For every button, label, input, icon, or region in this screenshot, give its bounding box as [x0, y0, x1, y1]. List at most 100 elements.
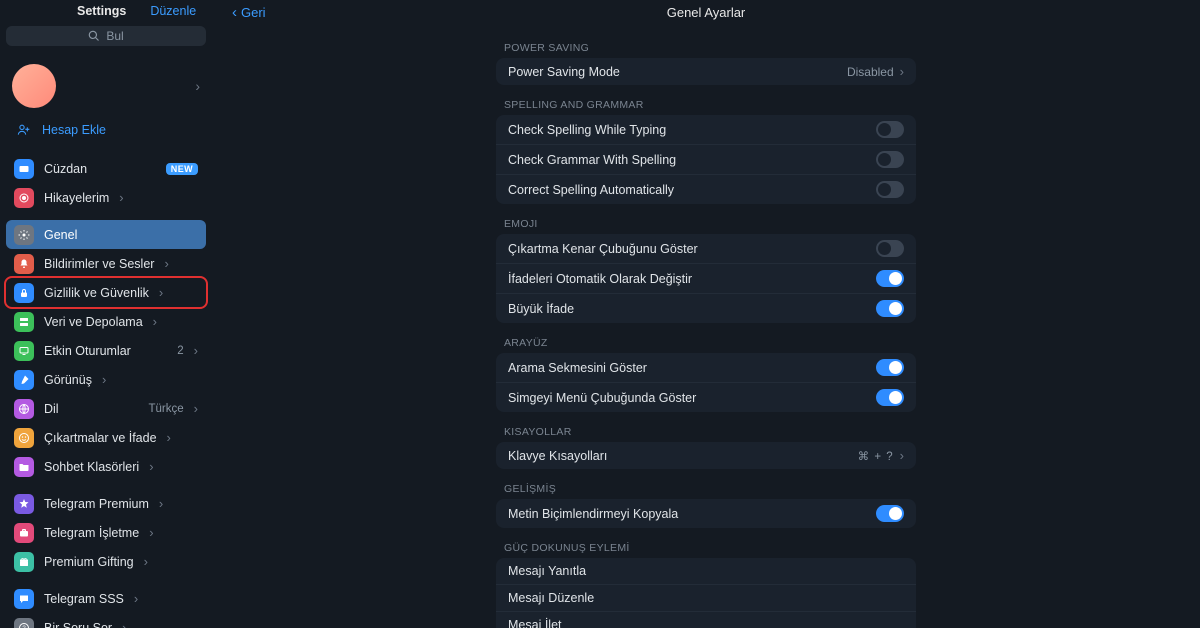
sidebar-item-value: Türkçe — [149, 403, 184, 415]
settings-row[interactable]: Metin Biçimlendirmeyi Kopyala — [496, 499, 916, 528]
wallet-icon — [14, 159, 34, 179]
row-label: Correct Spelling Automatically — [508, 183, 674, 197]
sidebar-item-hikayelerim[interactable]: Hikayelerim› — [6, 183, 206, 212]
content-pane: ‹ Geri Genel Ayarlar POWER SAVINGPower S… — [212, 0, 1200, 628]
row-label: İfadeleri Otomatik Olarak Değiştir — [508, 272, 692, 286]
toggle-switch[interactable] — [876, 359, 904, 376]
settings-row[interactable]: İfadeleri Otomatik Olarak Değiştir — [496, 263, 916, 293]
sidebar-header: Settings Düzenle — [0, 0, 212, 22]
settings-row[interactable]: Power Saving ModeDisabled› — [496, 58, 916, 85]
settings-row[interactable]: Büyük İfade — [496, 293, 916, 323]
toggle-switch[interactable] — [876, 151, 904, 168]
chevron-right-icon: › — [134, 591, 138, 606]
row-label: Klavye Kısayolları — [508, 449, 607, 463]
sidebar-item-bildirimler-ve-sesler[interactable]: Bildirimler ve Sesler› — [6, 249, 206, 278]
chevron-right-icon: › — [195, 78, 200, 94]
toggle-switch[interactable] — [876, 240, 904, 257]
sidebar-item-telegram-premium[interactable]: Telegram Premium › — [6, 489, 206, 518]
sidebar-item-g-r-n-[interactable]: Görünüş› — [6, 365, 206, 394]
settings-row[interactable]: Klavye Kısayolları ⌘ + ? › — [496, 442, 916, 469]
add-user-icon — [16, 122, 32, 138]
settings-row[interactable]: Check Grammar With Spelling — [496, 144, 916, 174]
sidebar-item-gizlilik-ve-g-venlik[interactable]: Gizlilik ve Güvenlik › — [6, 278, 206, 307]
sidebar-item--kartmalar-ve-i-fade[interactable]: Çıkartmalar ve İfade› — [6, 423, 206, 452]
add-account-label: Hesap Ekle — [42, 123, 106, 137]
bell-icon — [14, 254, 34, 274]
search-placeholder: Bul — [106, 29, 123, 43]
settings-row[interactable]: Simgeyi Menü Çubuğunda Göster — [496, 382, 916, 412]
settings-row[interactable]: Mesajı Yanıtla — [496, 558, 916, 584]
chevron-right-icon: › — [159, 496, 163, 511]
sidebar-item-sohbet-klas-rleri[interactable]: Sohbet Klasörleri› — [6, 452, 206, 481]
chevron-right-icon: › — [122, 620, 126, 628]
row-label: Büyük İfade — [508, 302, 574, 316]
lock-icon — [14, 283, 34, 303]
row-label: Mesajı Düzenle — [508, 591, 594, 605]
sidebar-item-label: Bir Soru Sor — [44, 621, 112, 628]
sidebar-item-premium-gifting[interactable]: Premium Gifting› — [6, 547, 206, 576]
briefcase-icon — [14, 523, 34, 543]
sidebar-item-telegram-sss[interactable]: Telegram SSS › — [6, 584, 206, 613]
sidebar-item-value: 2 — [177, 345, 183, 357]
toggle-switch[interactable] — [876, 270, 904, 287]
toggle-switch[interactable] — [876, 121, 904, 138]
sidebar-item-bir-soru-sor[interactable]: ?Bir Soru Sor› — [6, 613, 206, 628]
chevron-left-icon: ‹ — [232, 4, 237, 21]
stories-icon — [14, 188, 34, 208]
row-label: Power Saving Mode — [508, 65, 620, 79]
sidebar-item-label: Gizlilik ve Güvenlik — [44, 286, 149, 300]
sidebar-item-c-zdan[interactable]: CüzdanNEW — [6, 154, 206, 183]
avatar — [12, 64, 56, 108]
globe-icon — [14, 399, 34, 419]
sticker-icon — [14, 428, 34, 448]
sidebar-item-etkin-oturumlar[interactable]: Etkin Oturumlar 2 › — [6, 336, 206, 365]
section-header-force_touch: GÜÇ DOKUNUŞ EYLEMİ — [496, 528, 916, 558]
settings-row[interactable]: Check Spelling While Typing — [496, 115, 916, 144]
settings-row[interactable]: Mesaj İlet — [496, 611, 916, 628]
chevron-right-icon: › — [164, 256, 168, 271]
settings-row[interactable]: Correct Spelling Automatically — [496, 174, 916, 204]
sidebar-item-label: Telegram Premium — [44, 497, 149, 511]
chevron-right-icon: › — [900, 448, 904, 463]
brush-icon — [14, 370, 34, 390]
edit-button[interactable]: Düzenle — [150, 4, 200, 18]
folder-icon — [14, 457, 34, 477]
sidebar-item-genel[interactable]: Genel — [6, 220, 206, 249]
sidebar-item-veri-ve-depolama[interactable]: Veri ve Depolama› — [6, 307, 206, 336]
toggle-switch[interactable] — [876, 389, 904, 406]
toggle-switch[interactable] — [876, 300, 904, 317]
section-header-power_saving: POWER SAVING — [496, 28, 916, 58]
sidebar-item-label: Genel — [44, 228, 77, 242]
keyboard-shortcut: ⌘ + ? — [858, 449, 894, 463]
settings-row[interactable]: Çıkartma Kenar Çubuğunu Göster — [496, 234, 916, 263]
chevron-right-icon: › — [194, 343, 198, 358]
search-input[interactable]: Bul — [6, 26, 206, 46]
row-label: Mesajı Yanıtla — [508, 564, 586, 578]
search-icon — [88, 30, 100, 42]
chevron-right-icon: › — [149, 459, 153, 474]
chevron-right-icon: › — [144, 554, 148, 569]
back-label: Geri — [241, 5, 266, 20]
back-button[interactable]: ‹ Geri — [232, 4, 266, 21]
storage-icon — [14, 312, 34, 332]
toggle-switch[interactable] — [876, 505, 904, 522]
sidebar-item-label: Etkin Oturumlar — [44, 344, 131, 358]
toggle-switch[interactable] — [876, 181, 904, 198]
profile-row[interactable]: › — [0, 54, 212, 118]
settings-row[interactable]: Arama Sekmesini Göster — [496, 353, 916, 382]
chevron-right-icon: › — [149, 525, 153, 540]
sidebar-item-telegram-i-letme[interactable]: Telegram İşletme › — [6, 518, 206, 547]
sidebar-item-label: Telegram İşletme — [44, 526, 139, 540]
chat-icon — [14, 589, 34, 609]
chevron-right-icon: › — [167, 430, 171, 445]
row-label: Arama Sekmesini Göster — [508, 361, 647, 375]
sidebar-item-label: Dil — [44, 402, 59, 416]
sidebar-item-label: Telegram SSS — [44, 592, 124, 606]
row-label: Metin Biçimlendirmeyi Kopyala — [508, 507, 678, 521]
chevron-right-icon: › — [159, 285, 163, 300]
sidebar-item-dil[interactable]: DilTürkçe› — [6, 394, 206, 423]
add-account-button[interactable]: Hesap Ekle — [0, 118, 212, 150]
section-header-spelling: SPELLING AND GRAMMAR — [496, 85, 916, 115]
settings-row[interactable]: Mesajı Düzenle — [496, 584, 916, 611]
sidebar-item-label: Cüzdan — [44, 162, 87, 176]
